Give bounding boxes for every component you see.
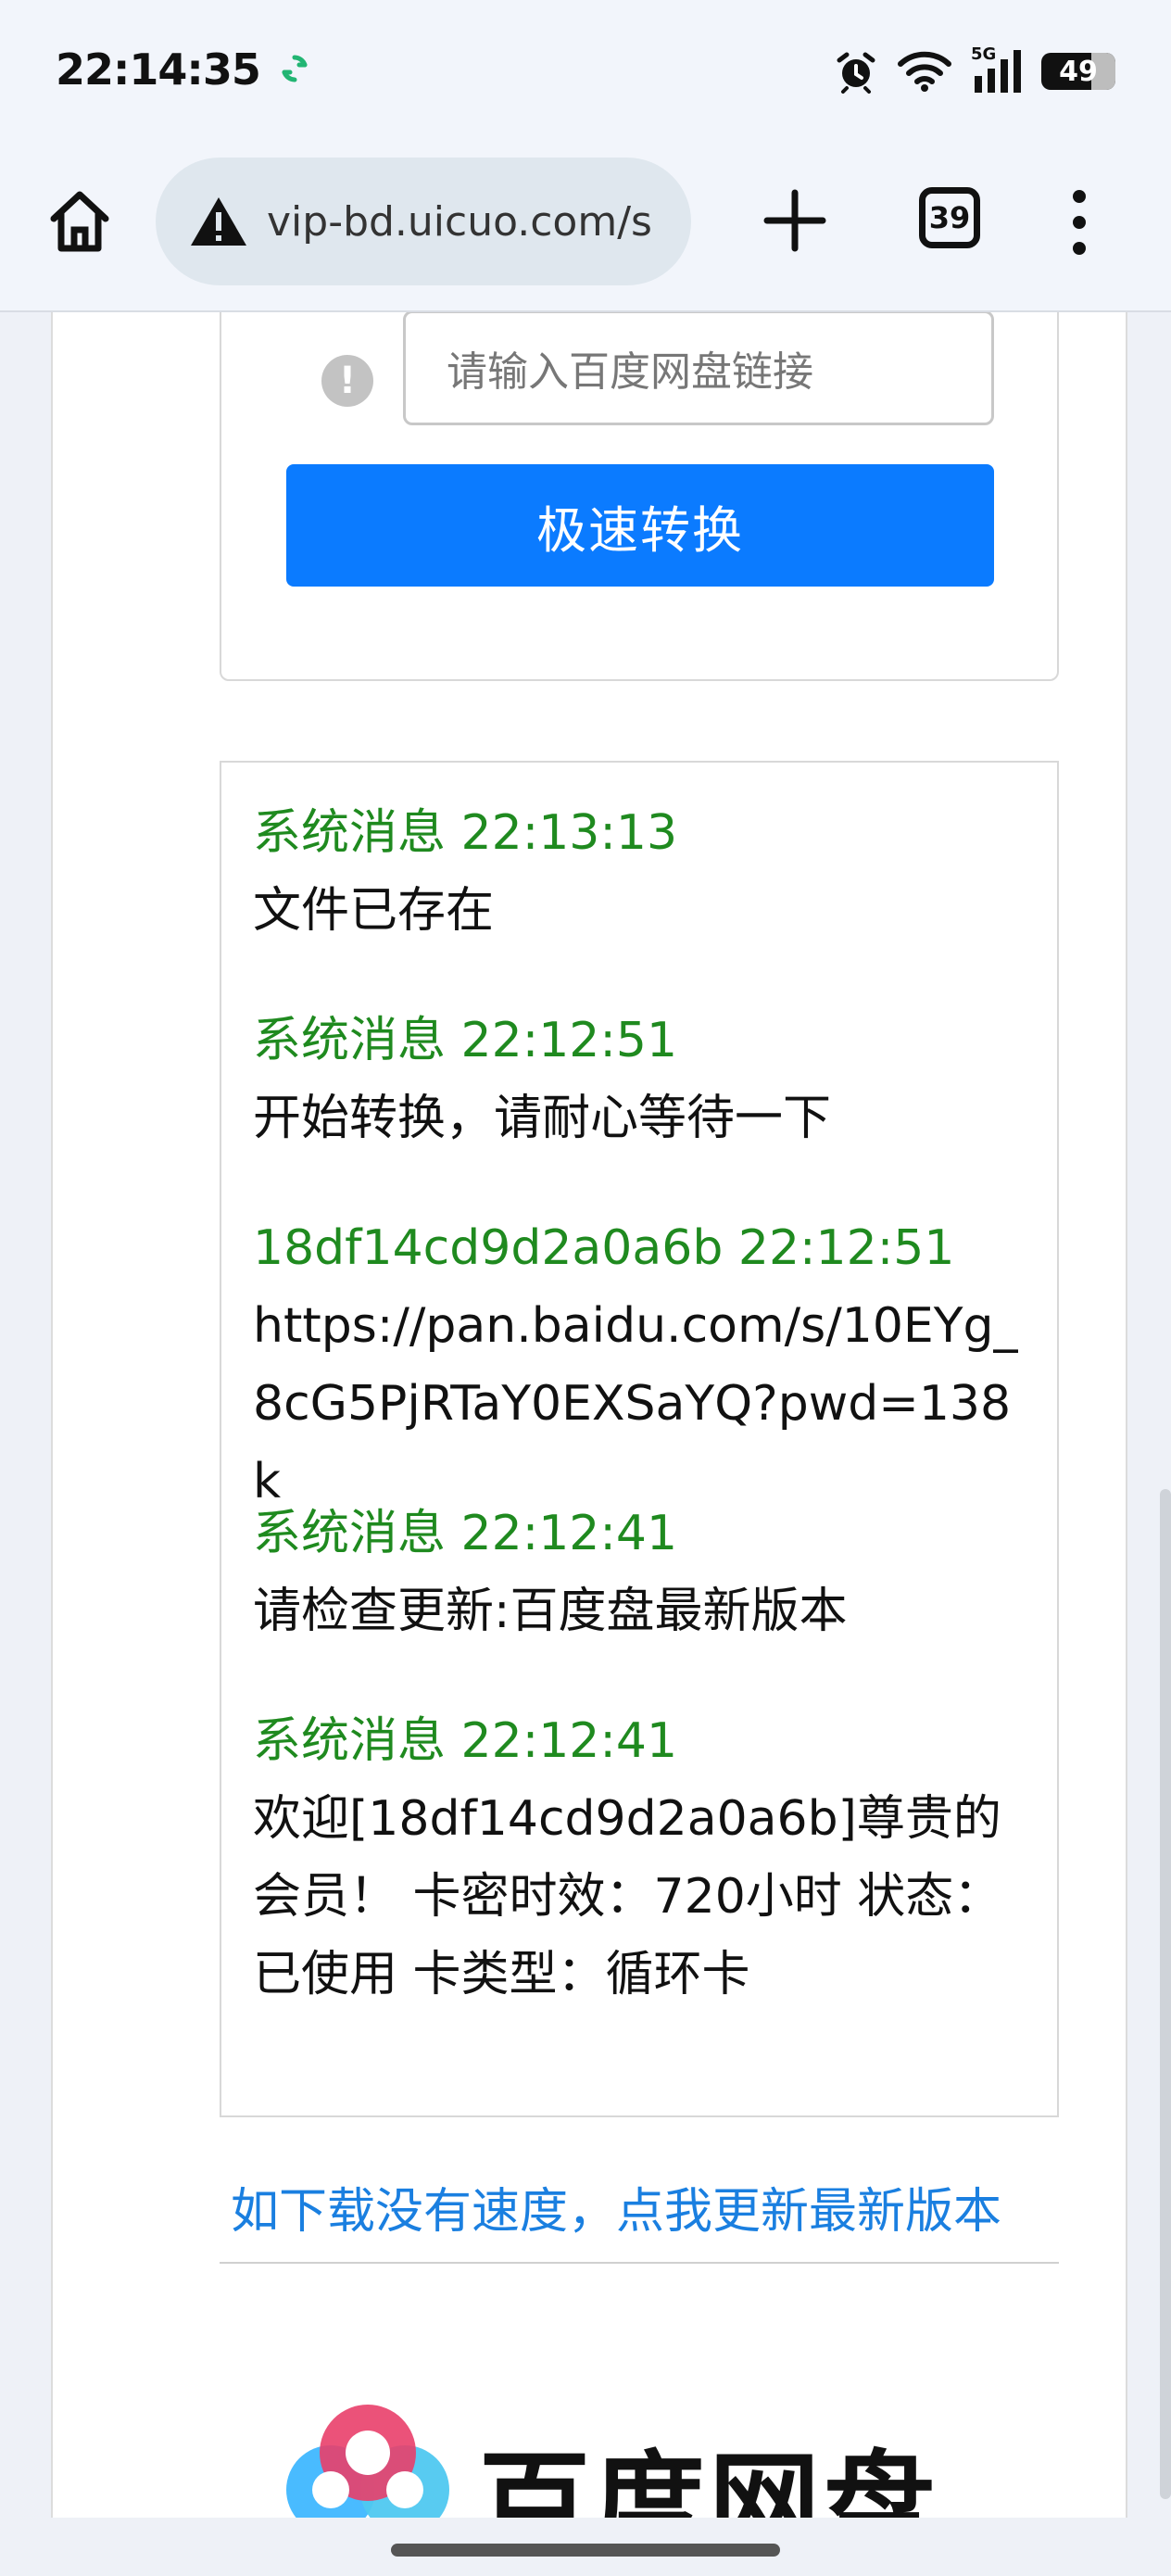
warning-icon[interactable] xyxy=(189,194,248,249)
convert-button[interactable]: 极速转换 xyxy=(286,464,994,587)
log-entry-header: 系统消息 22:12:41 xyxy=(253,1506,678,1561)
log-entry-body: 欢迎[18df14cd9d2a0a6b]尊贵的会员！ 卡密时效：720小时 状态… xyxy=(253,1791,1002,2002)
logo-text: 百度网盘 xyxy=(479,2441,938,2518)
url-text[interactable]: vip-bd.uicuo.com/s xyxy=(267,198,652,246)
log-entry-header: 18df14cd9d2a0a6b 22:12:51 xyxy=(253,1220,955,1276)
alert-icon: ! xyxy=(321,355,373,407)
status-icons: 5G 49 xyxy=(834,44,1115,96)
log-entry-header: 系统消息 22:12:51 xyxy=(253,1013,678,1068)
sync-icon xyxy=(282,55,308,82)
baidu-cloud-icon xyxy=(286,2405,449,2518)
battery-icon: 49 xyxy=(1041,53,1115,90)
gesture-handle[interactable] xyxy=(391,2544,780,2557)
browser-toolbar: vip-bd.uicuo.com/s 39 xyxy=(0,139,1171,312)
message-log: 系统消息 22:13:13 文件已存在 系统消息 22:12:51 开始转换，请… xyxy=(220,761,1059,2117)
log-entry-body: 请检查更新:百度盘最新版本 xyxy=(253,1584,848,1639)
web-page: ! 请输入百度网盘链接 极速转换 系统消息 22:13:13 文件已存在 系统消… xyxy=(0,312,1171,2518)
update-link[interactable]: 如下载没有速度，点我更新最新版本 xyxy=(220,2175,1059,2264)
baidu-pan-logo: 百度网盘 xyxy=(275,2388,961,2518)
log-entry-body: 文件已存在 xyxy=(253,883,495,939)
signal-icon: 5G xyxy=(971,44,1023,95)
address-bar[interactable]: vip-bd.uicuo.com/s xyxy=(156,158,691,285)
link-input[interactable]: 请输入百度网盘链接 xyxy=(403,312,994,425)
tab-count: 39 xyxy=(928,200,971,235)
log-entry: 系统消息 22:12:41 欢迎[18df14cd9d2a0a6b]尊贵的会员！… xyxy=(253,1702,1031,2014)
more-vert-icon[interactable] xyxy=(1061,190,1098,255)
log-entry: 系统消息 22:12:51 开始转换，请耐心等待一下 xyxy=(253,1002,1031,1157)
page-content: ! 请输入百度网盘链接 极速转换 系统消息 22:13:13 文件已存在 系统消… xyxy=(51,312,1127,2518)
log-entry: 系统消息 22:13:13 文件已存在 xyxy=(253,794,1031,950)
battery-level: 49 xyxy=(1059,55,1098,88)
status-time: 22:14:35 xyxy=(56,44,261,95)
plus-icon[interactable] xyxy=(760,185,830,256)
log-entry: 18df14cd9d2a0a6b 22:12:51 https://pan.ba… xyxy=(253,1209,1031,1521)
home-icon[interactable] xyxy=(43,185,117,259)
navigation-bar xyxy=(0,2518,1171,2576)
link-form-card: ! 请输入百度网盘链接 极速转换 xyxy=(220,312,1059,681)
log-entry-header: 系统消息 22:12:41 xyxy=(253,1713,678,1769)
tabs-icon[interactable]: 39 xyxy=(919,187,980,248)
alarm-icon xyxy=(837,52,875,94)
wifi-icon xyxy=(898,51,951,92)
page-scrollbar[interactable] xyxy=(1160,1489,1171,2499)
log-entry-body: 开始转换，请耐心等待一下 xyxy=(253,1091,832,1146)
status-bar: 22:14:35 5G 49 xyxy=(0,0,1171,139)
log-entry-body: https://pan.baidu.com/s/10EYg_8cG5PjRTaY… xyxy=(253,1298,1018,1509)
log-entry: 系统消息 22:12:41 请检查更新:百度盘最新版本 xyxy=(253,1495,1031,1650)
log-entry-header: 系统消息 22:13:13 xyxy=(253,805,678,861)
